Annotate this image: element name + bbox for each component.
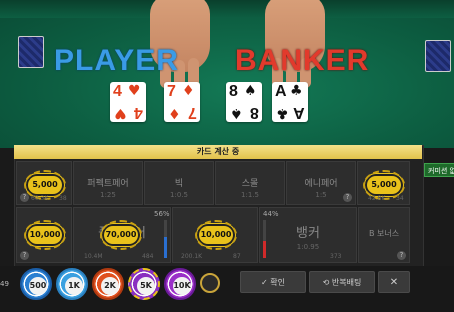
live-video: PLAYER BANKER 4 ♥ ♥ 4 7 ♦ ♦ 7 8 ♠ ♠ 8 A ♣ ♣ A xyxy=(0,0,454,148)
repeat-icon: ⟲ xyxy=(322,278,332,287)
banker-card-1: 8 ♠ ♠ 8 xyxy=(226,82,262,122)
bet-count: 38 xyxy=(59,195,67,202)
player-label: PLAYER xyxy=(54,44,179,77)
placed-chip: 10,000 xyxy=(24,220,66,250)
bet-odds: 1:1.5 xyxy=(241,191,259,199)
bet-count: 484 xyxy=(142,253,154,260)
bet-player-pair[interactable]: 5,000 ? 60.3K 38 xyxy=(16,161,72,205)
bet-count: 34 xyxy=(396,195,404,202)
player-card-1: 4 ♥ ♥ 4 xyxy=(110,82,146,122)
chip-10k[interactable]: 10K xyxy=(164,268,196,300)
bet-perfect-pair[interactable]: 퍼펙트페어 1:25 xyxy=(73,161,143,205)
banker-card-2: A ♣ ♣ A xyxy=(272,82,308,122)
bet-label: 빅 xyxy=(174,179,184,189)
check-icon: ✓ xyxy=(261,278,271,287)
confirm-button[interactable]: ✓ 확인 xyxy=(240,271,306,293)
bet-big[interactable]: 빅 1:0.5 xyxy=(144,161,214,205)
player-card-2: 7 ♦ ♦ 7 xyxy=(164,82,200,122)
commission-toggle[interactable]: 커미션 없 xyxy=(424,163,454,177)
status-header: 카드 계산 중 xyxy=(14,145,422,159)
chip-5k[interactable]: 5K xyxy=(128,268,160,300)
placed-chip: 5,000 xyxy=(24,170,66,200)
bet-percent: 44% xyxy=(263,210,279,218)
bet-label: B 보너스 xyxy=(368,229,400,238)
bet-total: 200.1K xyxy=(181,253,203,260)
bet-odds: 1:0.5 xyxy=(170,191,188,199)
info-icon[interactable]: ? xyxy=(20,193,29,202)
bet-label: 퍼펙트페어 xyxy=(87,179,129,189)
info-icon[interactable]: ? xyxy=(343,193,352,202)
bet-count: 87 xyxy=(233,253,241,260)
bet-label: 스몰 xyxy=(241,179,259,189)
bet-percent: 56% xyxy=(154,210,170,218)
close-icon: ✕ xyxy=(389,277,399,288)
bet-total: 60.3K xyxy=(31,195,49,202)
close-button[interactable]: ✕ xyxy=(378,271,410,293)
info-icon[interactable]: ? xyxy=(20,251,29,260)
bet-player-bonus[interactable]: 10,000 ? xyxy=(16,207,72,263)
percent-bar xyxy=(164,220,167,258)
repeat-bet-button[interactable]: ⟲ 반복배팅 xyxy=(309,271,375,293)
card-deck-right xyxy=(425,40,451,72)
chip-settings-icon[interactable] xyxy=(200,273,220,293)
chip-2k[interactable]: 2K xyxy=(92,268,124,300)
bet-count: 373 xyxy=(330,253,342,260)
bet-odds: 1:0.95 xyxy=(296,243,320,251)
placed-chip: 70,000 xyxy=(100,220,142,250)
bet-tie[interactable]: 10,000 200.1K 87 xyxy=(172,207,258,263)
bet-banker-pair[interactable]: 5,000 42.8K 34 xyxy=(357,161,410,205)
bet-label: 뱅커 xyxy=(296,226,320,241)
banker-label: BANKER xyxy=(235,44,370,77)
bet-odds: 1:25 xyxy=(100,191,116,199)
table-edge xyxy=(0,0,454,18)
placed-chip: 10,000 xyxy=(195,220,237,250)
side-value: 49 xyxy=(0,280,9,288)
bet-player[interactable]: 플레이어 70,000 56% 10.4M 484 xyxy=(73,207,171,263)
bet-total: 42.8K xyxy=(368,195,386,202)
bet-total: 10.4M xyxy=(84,253,103,260)
bet-label: 에니페어 xyxy=(304,179,338,189)
percent-bar xyxy=(263,220,266,258)
bet-either-pair[interactable]: 에니페어 1:5 ? xyxy=(286,161,356,205)
bet-banker-bonus[interactable]: B 보너스 ? xyxy=(358,207,410,263)
card-deck-left xyxy=(18,36,44,68)
bet-banker[interactable]: 44% 뱅커 1:0.95 373 xyxy=(259,207,357,263)
placed-chip: 5,000 xyxy=(363,170,405,200)
chip-1k[interactable]: 1K xyxy=(56,268,88,300)
bet-small[interactable]: 스몰 1:1.5 xyxy=(215,161,285,205)
info-icon[interactable]: ? xyxy=(397,251,406,260)
chip-500[interactable]: 500 xyxy=(20,268,52,300)
